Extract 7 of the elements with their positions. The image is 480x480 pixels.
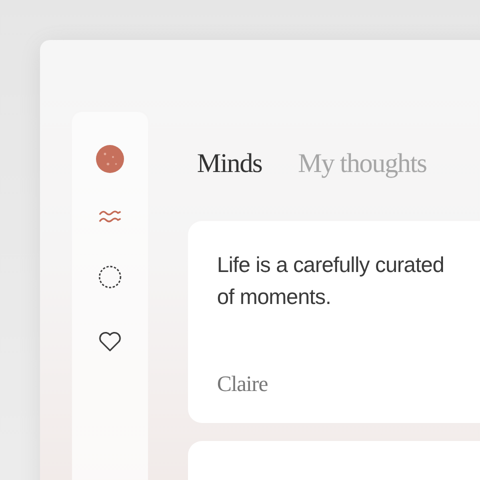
author-name: Claire	[217, 371, 269, 397]
quote-text: Life is a carefully curated of moments.	[217, 252, 446, 311]
dashed-circle-icon[interactable]	[98, 265, 122, 289]
logo-icon	[96, 145, 124, 173]
heart-icon[interactable]	[98, 331, 122, 352]
tab[interactable]: Minds	[197, 150, 262, 198]
waves-icon[interactable]	[99, 209, 121, 223]
